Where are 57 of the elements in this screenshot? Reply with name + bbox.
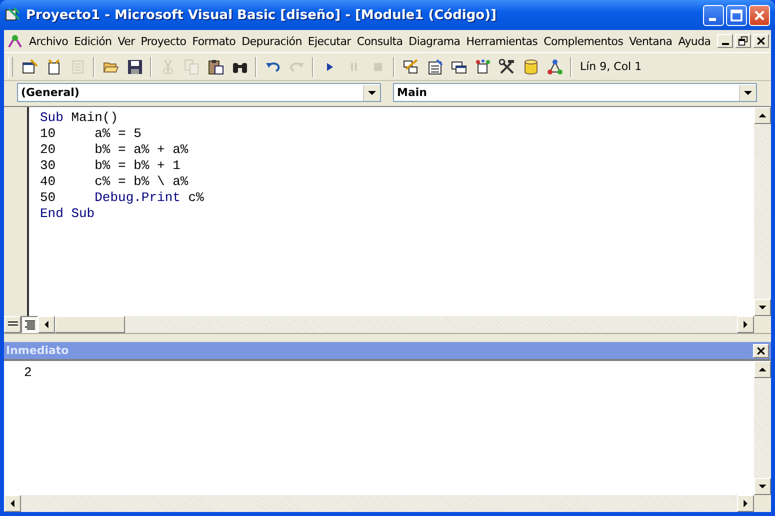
menu-editor-icon [70,58,86,74]
cursor-position: Lín 9, Col 1 [579,60,642,73]
menu-item[interactable]: Depuración [238,34,305,48]
vertical-scrollbar[interactable] [754,107,771,316]
code-line: Sub Main() [40,110,120,126]
output-line: 2 [24,365,33,381]
code-line: 20 b% = a% + a% [40,142,190,158]
code-editor[interactable]: Sub Main() 10 a% = 5 20 b% = a% + a% 30 b% = b% + 1 40 c% = b% \ a% 50 Debug.Print c% End Sub [29,107,754,316]
app-icon [5,7,21,23]
minimize-icon [709,18,716,20]
menu-item[interactable]: Ejecutar [304,34,354,48]
database-icon [522,58,538,74]
minimize-icon [722,43,728,45]
close-icon [756,36,766,46]
menu-item[interactable]: Ayuda [675,34,714,48]
form-layout-icon [450,58,466,74]
code-line: 30 b% = b% + 1 [40,158,182,174]
restore-button[interactable] [735,34,751,48]
menu-item[interactable]: Ver [114,34,138,48]
menu-item[interactable]: Proyecto [138,34,190,48]
panel-title: Inmediato [6,344,69,357]
code-line: 50 Debug.Print c% [40,190,205,206]
diagram-icon [546,58,562,74]
menu-item[interactable]: Archivo [26,34,72,48]
module-view-button[interactable] [21,316,38,333]
code-line: 10 a% = 5 [40,126,142,142]
vertical-scrollbar[interactable] [754,361,771,495]
procedure-dropdown[interactable]: Main [393,83,757,102]
maximize-button[interactable] [726,4,747,26]
menu-item[interactable]: Herramientas [463,34,541,48]
horizontal-scrollbar[interactable] [38,316,754,333]
menu-item[interactable]: Ventana [626,34,676,48]
close-button[interactable] [753,344,769,358]
copy-icon [184,58,200,74]
code-line: 40 c% = b% \ a% [40,174,190,190]
restore-icon [738,36,748,46]
save-icon [126,58,142,74]
form-icon [22,58,38,74]
minimize-button[interactable] [717,34,733,48]
menu-item[interactable]: Formato [189,34,239,48]
procedure-view-button[interactable] [4,316,21,333]
object-browser-icon [474,58,490,74]
module-view-icon [24,318,36,330]
properties-icon [426,58,442,74]
close-icon [756,346,766,356]
window-title: Proyecto1 - Microsoft Visual Basic [diseño] - [Module1 (Código)] [26,8,498,22]
close-button[interactable] [753,34,769,48]
project-icon [402,58,418,74]
menu-item[interactable]: Edición [71,34,115,48]
horizontal-scrollbar[interactable] [4,495,754,512]
code-line: End Sub [40,206,96,222]
menu-item[interactable]: Complementos [540,34,626,48]
menu-item[interactable]: Diagrama [406,34,464,48]
object-dropdown[interactable]: (General) [17,83,381,102]
menu-item[interactable]: Consulta [354,34,406,48]
immediate-output[interactable]: 2 [4,361,754,495]
paste-icon [208,58,224,74]
